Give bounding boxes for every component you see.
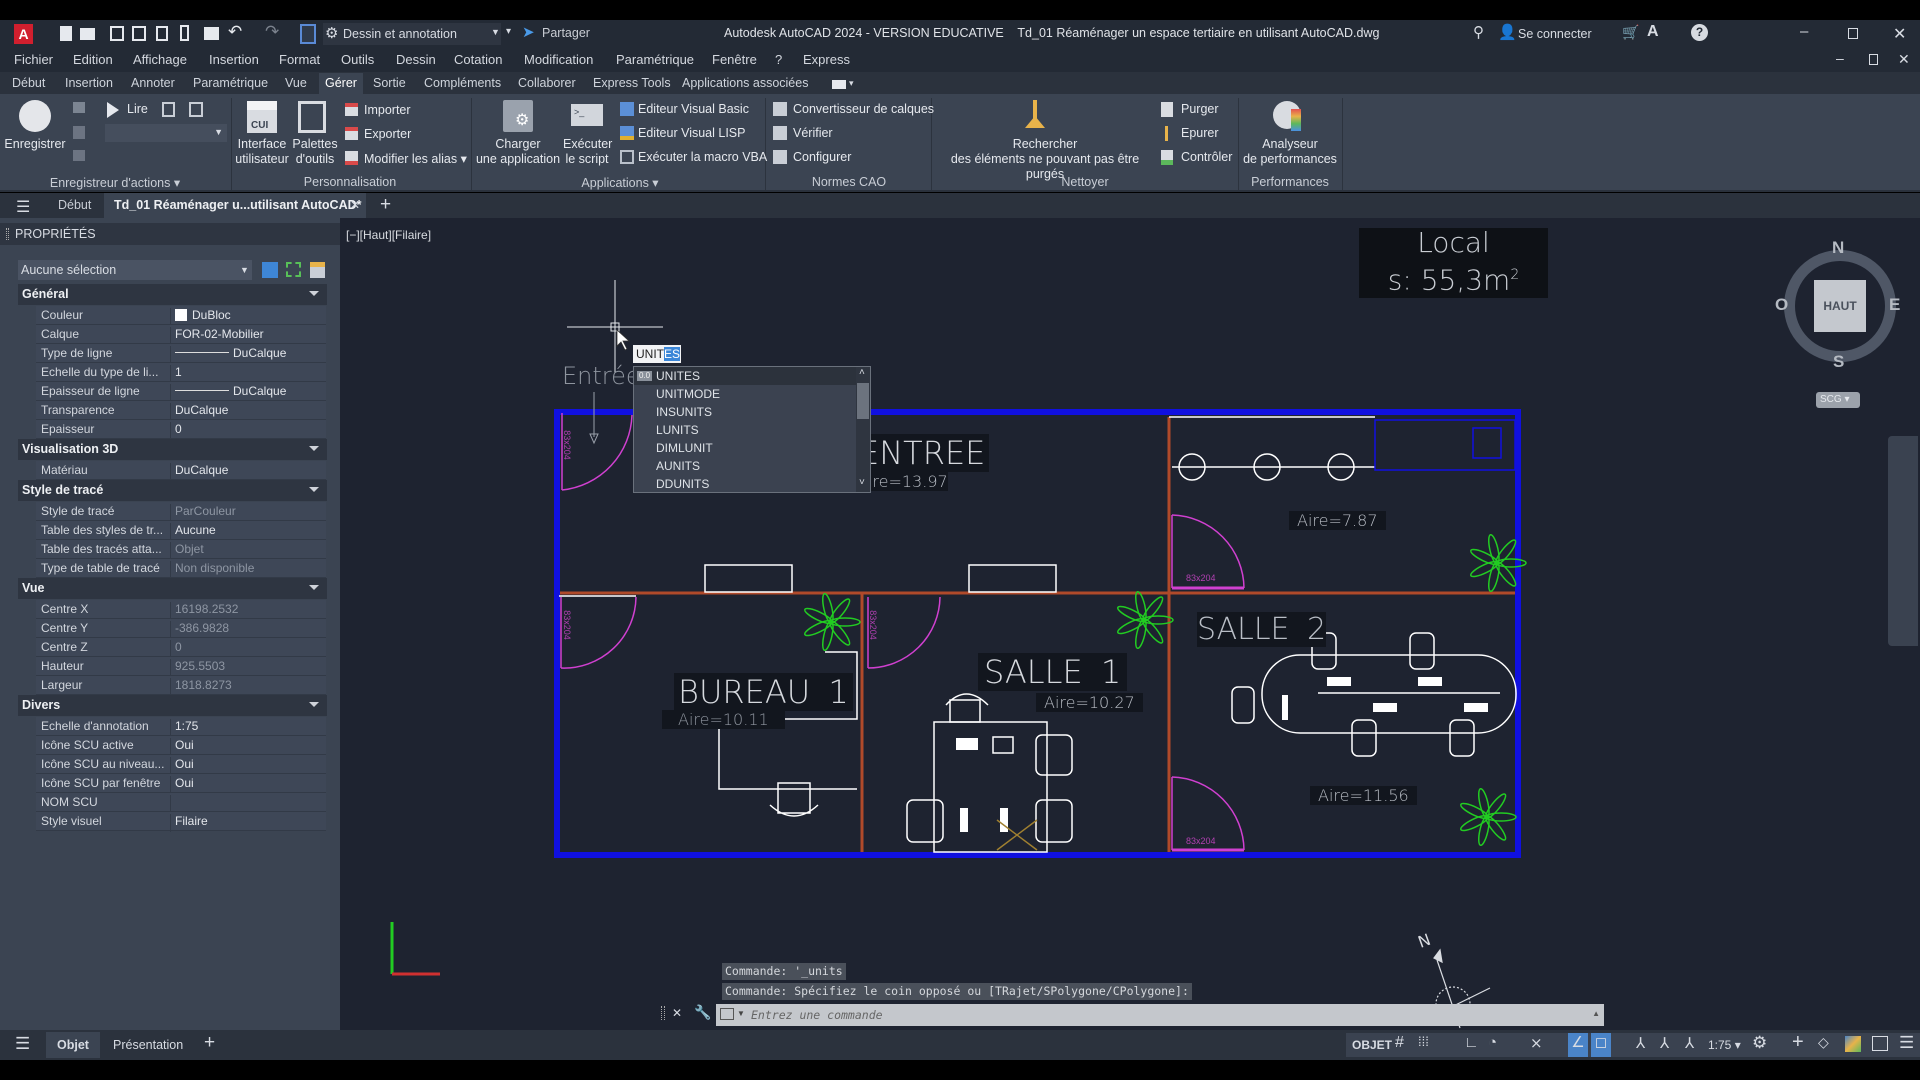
door-swing [561,414,633,491]
desk [968,564,1057,593]
north-letter: N [1415,930,1433,952]
grid-icon[interactable]: # [1395,1034,1404,1052]
tab-layout[interactable]: Présentation [113,1038,183,1052]
object-snap-tracking-icon[interactable]: ∠ [1568,1033,1588,1057]
area-label: Aire=7.87 [1289,511,1386,530]
annotation-scale-icon[interactable]: ⅄ [1685,1034,1694,1052]
room-label-salle-2: SALLE 2 [1197,612,1327,647]
autocomplete-item[interactable]: INSUNITS [634,403,856,421]
autocomplete-item[interactable]: DDUNITS [634,475,856,493]
command-placeholder: Entrez une commande [751,1008,883,1022]
door-size-label: 83x204 [1186,573,1216,583]
status-bar: ☰ Objet Présentation + OBJET # ⁞⁞⁞ ∟ ◔ ⨯… [0,1030,1920,1060]
annotation-monitor-icon[interactable]: + [1792,1031,1804,1054]
ucs-dropdown[interactable]: SCG ▾ [1816,392,1860,408]
add-layout-icon[interactable]: + [204,1032,215,1054]
command-prompt-icon[interactable] [720,1008,734,1020]
door-size-label: 83x204 [561,430,572,460]
status-tray [1346,1033,1920,1057]
layout-menu-icon[interactable]: ☰ [15,1034,30,1054]
plant-leaf [1488,561,1500,593]
viewcube-south[interactable]: S [1833,352,1844,372]
snap-icon[interactable]: ⁞⁞⁞ [1418,1034,1429,1049]
command-history-line: Commande: Spécifiez le coin opposé ou [T… [722,983,1192,1000]
autocomplete-item[interactable]: 0.0 UNITES [634,367,856,385]
navigation-bar[interactable] [1888,436,1918,646]
tab-model[interactable]: Objet [46,1032,100,1058]
local-title: Local [1417,226,1490,259]
room-label-entree: ENTREE [855,434,990,472]
door-size-label: 83x204 [867,610,878,640]
command-history-toggle-icon[interactable]: ▲ [1592,1009,1600,1018]
armchair [1035,734,1073,776]
blue-box [1472,427,1502,459]
plant-leaf [1135,590,1147,622]
plant-leaf [822,592,834,624]
object-snap-icon[interactable]: ◻ [1591,1033,1611,1057]
annotation-visibility-icon[interactable]: ⅄ [1636,1034,1645,1052]
table [933,721,1048,853]
scroll-thumb[interactable] [857,383,869,419]
mouse-cursor-icon [616,329,631,351]
door-swing [867,596,941,669]
room-label-salle-1: SALLE 1 [978,653,1128,691]
door-swing [560,596,637,669]
ortho-icon[interactable]: ∟ [1464,1034,1479,1051]
viewcube-west[interactable]: O [1775,295,1788,315]
isodraft-icon[interactable]: ⨯ [1530,1034,1543,1052]
auto-scale-icon[interactable]: ⅄ [1660,1034,1669,1052]
office-chair [769,782,819,817]
customize-wrench-icon[interactable]: 🔧 [694,1004,711,1021]
plant-leaf [1478,815,1490,847]
plant-leaf [822,620,834,652]
viewcube-east[interactable]: E [1889,295,1900,315]
area-annotation-box: Local s: 55,3m2 [1359,228,1548,298]
annotation-scale-dropdown[interactable]: 1:75 ▾ [1708,1038,1741,1052]
viewcube-north[interactable]: N [1832,238,1844,258]
scroll-up-icon[interactable]: ˄ [859,367,865,378]
room-label-bureau-1: BUREAU 1 [674,673,853,711]
meeting-table [1261,654,1517,734]
plant-leaf [1135,618,1147,650]
scrollbar[interactable]: ˄ ˅ [856,367,870,492]
area-label: Aire=11.56 [1310,786,1417,805]
office-chair [945,693,989,723]
area-label: Aire=10.11 [662,710,785,729]
workspace-gear-icon[interactable]: ⚙ [1752,1033,1767,1053]
autocomplete-list[interactable]: 0.0 UNITES UNITMODE INSUNITS LUNITS DIMLUNIT A… [633,366,871,493]
isolate-objects-icon[interactable] [1845,1036,1861,1052]
armchair [1035,799,1073,843]
command-history-line: Commande: '_units [722,963,846,980]
dynamic-input-field[interactable]: UNITES [633,345,681,363]
autocomplete-item[interactable]: AUNITS [634,457,856,475]
local-area: s: 55,3m2 [1387,263,1520,297]
viewcube-face-top[interactable]: HAUT [1814,280,1866,332]
plant-leaf [1488,533,1500,565]
area-label: Aire=10.27 [1036,693,1143,712]
chevron-down-icon[interactable]: ▼ [737,1009,745,1018]
armchair [906,799,944,843]
customization-menu-icon[interactable]: ☰ [1899,1033,1914,1053]
command-grip-icon[interactable] [661,1006,665,1020]
door-size-label: 83x204 [1186,836,1216,846]
command-type-icon: 0.0 [637,371,653,381]
close-command-icon[interactable]: ✕ [672,1006,682,1020]
fullscreen-icon[interactable] [1872,1036,1888,1051]
door-size-label: 83x204 [561,610,572,640]
polar-icon[interactable]: ◔ [1488,1034,1497,1051]
desk [704,564,793,593]
units-icon[interactable]: ◇ [1818,1034,1829,1051]
autocomplete-item[interactable]: DIMLUNIT [634,439,856,457]
scroll-down-icon[interactable]: ˅ [859,477,865,488]
entree-label: Entrée [562,362,641,390]
autocomplete-item[interactable]: LUNITS [634,421,856,439]
plant-leaf [1478,787,1490,819]
model-space-button[interactable]: OBJET [1352,1038,1392,1052]
autocomplete-item[interactable]: UNITMODE [634,385,856,403]
viewcube[interactable]: HAUT [1784,250,1896,362]
floor-plan-drawing: N [390,280,1527,1029]
command-input[interactable]: ▼ Entrez une commande ▲ [716,1004,1604,1026]
